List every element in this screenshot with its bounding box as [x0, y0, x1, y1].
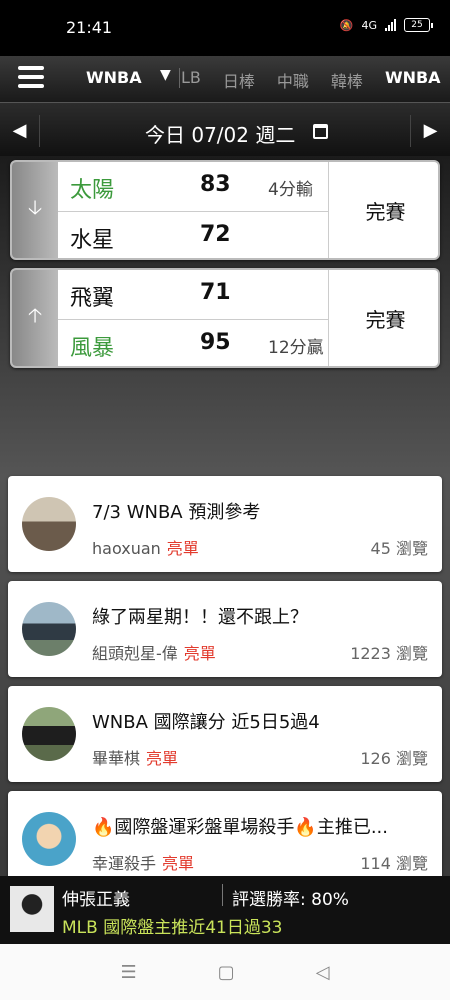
nav-divider	[179, 68, 180, 88]
avatar	[10, 886, 54, 932]
team-name: 飛翼	[70, 286, 115, 311]
tab-npb[interactable]: 日棒	[223, 68, 255, 92]
battery-icon: 25	[404, 18, 433, 32]
article-card[interactable]: 7/3 WNBA 預測參考 haoxuan 亮單 45 瀏覽	[8, 476, 442, 572]
game-status: 完賽	[328, 162, 438, 258]
back-icon[interactable]: ◁	[316, 962, 330, 983]
article-card[interactable]: 🔥國際盤運彩盤單場殺手🔥主推已... 幸運殺手 亮單 114 瀏覽	[8, 791, 442, 887]
team-row: 飛翼 71	[58, 270, 328, 320]
article-title: WNBA 國際讓分 近5日5過4	[92, 712, 320, 733]
article-author: 組頭剋星-偉 亮單	[92, 640, 216, 664]
content-area: 🡣 太陽 83 4分輸 水星 72 完賽 🡡 飛翼 71 風暴 95 12分贏 …	[0, 156, 450, 887]
article-title: 🔥國際盤運彩盤單場殺手🔥主推已...	[92, 817, 388, 838]
author-name: 幸運殺手	[92, 854, 157, 873]
article-title: 7/3 WNBA 預測參考	[92, 502, 261, 523]
system-nav-bar: ☰ ▢ ◁	[0, 944, 450, 1000]
date-bar: ◀ 今日 07/02 週二 ▶	[0, 102, 450, 156]
status-badge: 亮單	[146, 749, 179, 768]
avatar	[22, 707, 76, 761]
team-score: 71	[200, 280, 231, 305]
author-name: 畢華棋	[92, 749, 141, 768]
ticker-headline[interactable]: MLB 國際盤主推近41日過33	[62, 913, 282, 938]
tab-kbo[interactable]: 韓棒	[331, 68, 363, 92]
status-icons: 🔕 4G 25	[339, 18, 433, 32]
date-label[interactable]: 今日 07/02 週二	[145, 119, 295, 148]
article-author: 幸運殺手 亮單	[92, 850, 194, 874]
tab-cpbl[interactable]: 中職	[277, 68, 309, 92]
author-name: 組頭剋星-偉	[92, 644, 178, 663]
article-card[interactable]: WNBA 國際讓分 近5日5過4 畢華棋 亮單 126 瀏覽	[8, 686, 442, 782]
author-name: haoxuan	[92, 539, 161, 558]
game-status: 完賽	[328, 270, 438, 366]
status-time: 21:41	[66, 18, 113, 37]
team-row: 太陽 83 4分輸	[58, 162, 328, 212]
team-score: 95	[200, 330, 231, 355]
status-badge: 亮單	[166, 539, 199, 558]
status-badge: 亮單	[183, 644, 216, 663]
tab-wnba[interactable]: WNBA	[385, 68, 441, 92]
arrow-up-icon: 🡡	[12, 270, 58, 366]
article-card[interactable]: 綠了兩星期！！還不跟上？ 組頭剋星-偉 亮單 1223 瀏覽	[8, 581, 442, 677]
avatar	[22, 812, 76, 866]
team-score: 72	[200, 222, 231, 247]
team-row: 水星 72	[58, 212, 328, 258]
view-count: 1223 瀏覽	[350, 644, 428, 663]
home-icon[interactable]: ▢	[218, 962, 235, 983]
ticker-divider	[222, 884, 223, 906]
article-author: 畢華棋 亮單	[92, 745, 178, 769]
current-league[interactable]: WNBA	[86, 68, 142, 87]
game-card[interactable]: 🡣 太陽 83 4分輸 水星 72 完賽	[10, 160, 440, 260]
arrow-down-icon: 🡣	[12, 162, 58, 258]
status-bar: 21:41 🔕 4G 25	[0, 0, 450, 56]
status-badge: 亮單	[162, 854, 195, 873]
spread-result: 12分贏	[268, 338, 324, 358]
tab-mlb[interactable]: LB	[181, 68, 201, 92]
avatar	[22, 497, 76, 551]
next-date-button[interactable]: ▶	[410, 115, 450, 147]
ticker-author: 伸張正義	[62, 890, 130, 910]
team-name: 太陽	[70, 178, 115, 203]
game-card[interactable]: 🡡 飛翼 71 風暴 95 12分贏 完賽	[10, 268, 440, 368]
calendar-icon[interactable]	[313, 124, 328, 139]
article-title: 綠了兩星期！！還不跟上？	[92, 607, 308, 628]
mute-icon: 🔕	[339, 18, 354, 32]
menu-icon[interactable]	[18, 66, 44, 90]
win-rate: 評選勝率: 80%	[232, 890, 349, 910]
promo-ticker[interactable]: 伸張正義 評選勝率: 80% MLB 國際盤主推近41日過33	[0, 876, 450, 944]
article-author: haoxuan 亮單	[92, 535, 199, 559]
team-row: 風暴 95 12分贏	[58, 320, 328, 366]
league-tabs: LB 日棒 中職 韓棒 WNBA	[181, 68, 441, 92]
recent-apps-icon[interactable]: ☰	[121, 962, 137, 983]
spread-result: 4分輸	[268, 180, 313, 200]
avatar	[22, 602, 76, 656]
view-count: 45 瀏覽	[370, 539, 428, 558]
signal-icon	[385, 19, 396, 31]
chevron-down-icon[interactable]: ▼	[160, 67, 171, 83]
team-name: 水星	[70, 228, 115, 253]
view-count: 114 瀏覽	[360, 854, 428, 873]
league-nav: WNBA ▼ LB 日棒 中職 韓棒 WNBA	[0, 56, 450, 102]
prev-date-button[interactable]: ◀	[0, 115, 40, 147]
view-count: 126 瀏覽	[360, 749, 428, 768]
network-label: 4G	[361, 18, 377, 32]
team-score: 83	[200, 172, 231, 197]
team-name: 風暴	[70, 336, 115, 361]
